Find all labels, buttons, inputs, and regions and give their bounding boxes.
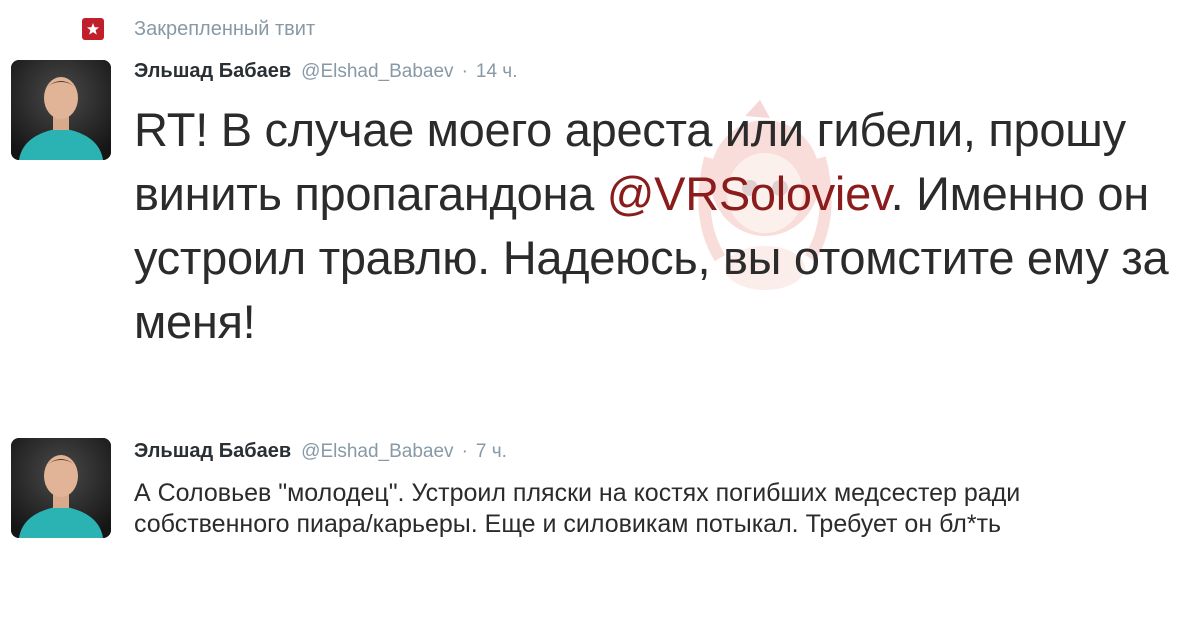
separator-dot: · <box>461 61 468 82</box>
tweet-time[interactable]: 14 ч. <box>476 61 518 83</box>
tweet-header: Эльшад Бабаев @Elshad_Babaev · 7 ч. <box>134 440 507 468</box>
tweet-text: RT! В случае моего ареста или гибели, пр… <box>134 98 1184 354</box>
author-handle[interactable]: @Elshad_Babaev <box>301 441 453 463</box>
tweet-header: Эльшад Бабаев @Elshad_Babaev · 14 ч. <box>134 60 517 88</box>
author-name[interactable]: Эльшад Бабаев <box>134 60 291 83</box>
pinned-tweet-indicator: Закрепленный твит <box>82 14 315 44</box>
avatar[interactable] <box>11 60 111 160</box>
tweet-time[interactable]: 7 ч. <box>476 441 507 463</box>
mention-link[interactable]: @VRSoloviev <box>607 167 891 220</box>
pin-icon <box>82 18 104 40</box>
author-name[interactable]: Эльшад Бабаев <box>134 440 291 463</box>
pinned-label: Закрепленный твит <box>134 17 316 40</box>
avatar[interactable] <box>11 438 111 538</box>
separator-dot: · <box>461 441 468 462</box>
author-handle[interactable]: @Elshad_Babaev <box>301 61 453 83</box>
tweet-text: А Соловьев "молодец". Устроил пляски на … <box>134 479 1021 538</box>
